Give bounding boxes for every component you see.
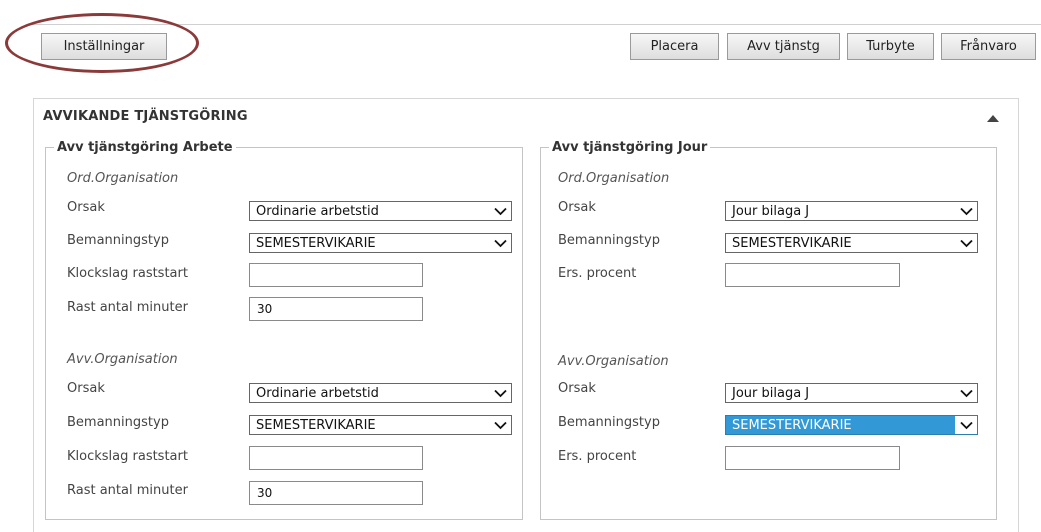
jour-ord-ers-label: Ers. procent (558, 266, 637, 281)
jour-avv-heading: Avv.Organisation (558, 354, 669, 369)
arbete-ord-klockslag-input[interactable] (249, 263, 423, 287)
jour-avv-orsak-select[interactable]: Jour bilaga J (725, 383, 978, 403)
jour-ord-orsak-value: Jour bilaga J (732, 203, 810, 219)
arbete-ord-bemanning-label: Bemanningstyp (67, 233, 169, 248)
turbyte-button[interactable]: Turbyte (847, 33, 934, 60)
jour-avv-ers-label: Ers. procent (558, 449, 637, 464)
jour-ord-orsak-label: Orsak (558, 200, 596, 215)
jour-avv-orsak-label: Orsak (558, 381, 596, 396)
arbete-avv-bemanning-label: Bemanningstyp (67, 415, 169, 430)
toolbar-divider (30, 24, 1041, 25)
chevron-down-icon (489, 202, 511, 220)
jour-avv-orsak-value: Jour bilaga J (732, 385, 810, 401)
jour-avv-ers-input[interactable] (725, 446, 900, 470)
chevron-down-icon (489, 384, 511, 402)
placera-button[interactable]: Placera (630, 33, 719, 60)
arbete-avv-klockslag-label: Klockslag raststart (67, 449, 188, 464)
chevron-down-icon (955, 384, 977, 402)
arbete-legend: Avv tjänstgöring Arbete (57, 140, 233, 155)
arbete-ord-heading: Ord.Organisation (67, 171, 179, 186)
arbete-ord-rast-label: Rast antal minuter (67, 300, 188, 315)
collapse-arrow-icon[interactable] (987, 115, 999, 122)
arbete-ord-bemanning-select[interactable]: SEMESTERVIKARIE (249, 233, 512, 253)
chevron-down-icon (955, 416, 977, 434)
arbete-ord-orsak-select[interactable]: Ordinarie arbetstid (249, 201, 512, 221)
arbete-avv-heading: Avv.Organisation (67, 352, 178, 367)
arbete-avv-orsak-value: Ordinarie arbetstid (256, 385, 379, 401)
chevron-down-icon (489, 234, 511, 252)
jour-legend: Avv tjänstgöring Jour (552, 140, 708, 155)
arbete-avv-bemanning-select[interactable]: SEMESTERVIKARIE (249, 415, 512, 435)
jour-avv-bemanning-select[interactable]: SEMESTERVIKARIE (725, 415, 978, 435)
arbete-ord-rast-input[interactable]: 30 (249, 297, 423, 321)
jour-avv-bemanning-value: SEMESTERVIKARIE (732, 417, 852, 433)
arbete-ord-klockslag-label: Klockslag raststart (67, 266, 188, 281)
jour-ord-ers-input[interactable] (725, 263, 900, 287)
arbete-avv-orsak-select[interactable]: Ordinarie arbetstid (249, 383, 512, 403)
chevron-down-icon (489, 416, 511, 434)
arbete-avv-rast-input[interactable]: 30 (249, 481, 423, 505)
jour-avv-bemanning-label: Bemanningstyp (558, 415, 660, 430)
arbete-avv-klockslag-input[interactable] (249, 446, 423, 470)
arbete-ord-orsak-value: Ordinarie arbetstid (256, 203, 379, 219)
jour-ord-orsak-select[interactable]: Jour bilaga J (725, 201, 978, 221)
jour-ord-heading: Ord.Organisation (558, 171, 670, 186)
arbete-ord-orsak-label: Orsak (67, 200, 105, 215)
chevron-down-icon (955, 234, 977, 252)
arbete-avv-rast-label: Rast antal minuter (67, 483, 188, 498)
avv-tjanstg-button[interactable]: Avv tjänstg (727, 33, 840, 60)
arbete-avv-bemanning-value: SEMESTERVIKARIE (256, 417, 376, 433)
arbete-ord-bemanning-value: SEMESTERVIKARIE (256, 235, 376, 251)
chevron-down-icon (955, 202, 977, 220)
arbete-avv-orsak-label: Orsak (67, 381, 105, 396)
jour-ord-bemanning-select[interactable]: SEMESTERVIKARIE (725, 233, 978, 253)
jour-ord-bemanning-value: SEMESTERVIKARIE (732, 235, 852, 251)
panel-title: AVVIKANDE TJÄNSTGÖRING (43, 109, 248, 124)
jour-ord-bemanning-label: Bemanningstyp (558, 233, 660, 248)
franvaro-button[interactable]: Frånvaro (941, 33, 1036, 60)
highlight-circle-annotation (5, 13, 199, 73)
